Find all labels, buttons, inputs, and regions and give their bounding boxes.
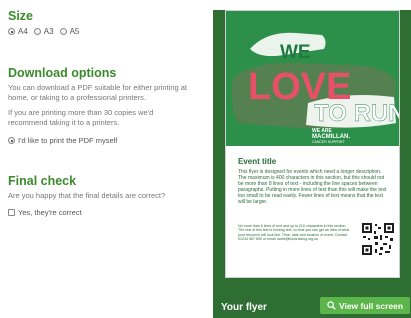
qr-code-icon xyxy=(361,222,395,256)
size-option-a5-label: A5 xyxy=(69,27,80,36)
size-option-a5[interactable]: A5 xyxy=(59,27,80,36)
flyer-banner: WE LOVE TO RUN WE ARE MACMILLAN. CANCER … xyxy=(226,11,400,146)
radio-a4[interactable] xyxy=(8,28,15,35)
size-heading: Size xyxy=(8,9,34,23)
confirm-checkbox-label: Yes, they're correct xyxy=(18,208,82,217)
magnifier-icon xyxy=(327,301,336,310)
flyer-artwork: WE LOVE TO RUN WE ARE MACMILLAN. CANCER … xyxy=(231,32,400,144)
download-recommendation: If you are printing more than 30 copies … xyxy=(8,108,154,127)
view-full-screen-button[interactable]: View full screen xyxy=(320,297,410,314)
view-full-screen-label: View full screen xyxy=(338,300,404,311)
size-options: A4 A3 A5 xyxy=(8,27,79,36)
sponsor-line-3: CANCER SUPPORT xyxy=(312,140,345,144)
size-option-a3-label: A3 xyxy=(43,27,54,36)
radio-print-myself[interactable] xyxy=(8,137,15,144)
event-description: This flyer is designed for events which … xyxy=(238,169,387,205)
size-option-a4-label: A4 xyxy=(18,27,28,36)
radio-a3[interactable] xyxy=(33,28,41,35)
print-myself-option[interactable]: I'd like to print the PDF myself xyxy=(8,136,117,145)
radio-a5[interactable] xyxy=(59,28,67,35)
confirm-checkbox[interactable] xyxy=(8,209,15,216)
logo-to-run: TO RUN xyxy=(314,100,400,127)
confirm-correct-option[interactable]: Yes, they're correct xyxy=(8,208,82,217)
event-details: No more than 6 lines of text and up to 2… xyxy=(238,224,350,242)
flyer-preview: WE LOVE TO RUN WE ARE MACMILLAN. CANCER … xyxy=(225,10,400,278)
download-heading: Download options xyxy=(8,66,117,80)
flyer-panel: WE LOVE TO RUN WE ARE MACMILLAN. CANCER … xyxy=(213,10,411,318)
size-option-a4[interactable]: A4 xyxy=(8,27,28,36)
final-check-heading: Final check xyxy=(8,174,77,188)
final-check-question: Are you happy that the final details are… xyxy=(8,191,166,200)
print-myself-label: I'd like to print the PDF myself xyxy=(18,136,118,145)
download-description: You can download a PDF suitable for eith… xyxy=(8,83,188,102)
your-flyer-label: Your flyer xyxy=(221,302,267,313)
logo-we: WE xyxy=(280,42,311,63)
size-option-a3[interactable]: A3 xyxy=(33,27,54,36)
event-title: Event title xyxy=(238,157,277,166)
